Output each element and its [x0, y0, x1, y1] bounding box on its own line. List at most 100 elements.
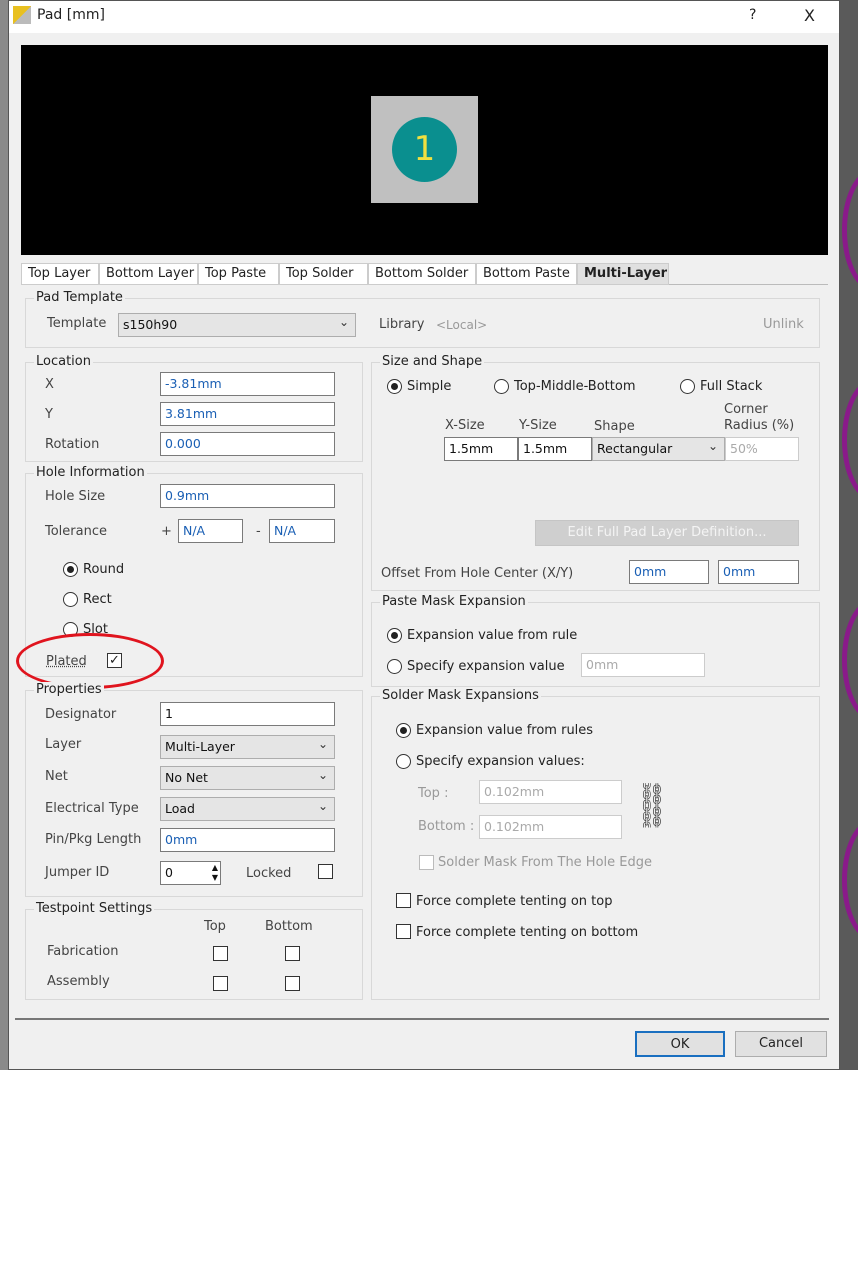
tab-bottom-layer[interactable]: Bottom Layer [99, 263, 198, 285]
x-input[interactable]: -3.81mm [160, 372, 335, 396]
top-middle-bottom-label: Top-Middle-Bottom [514, 379, 636, 394]
annotation-circle [16, 633, 164, 689]
hole-edge-checkbox[interactable] [419, 855, 434, 870]
unlink-button[interactable]: Unlink [763, 317, 804, 332]
shape-label: Shape [594, 419, 635, 434]
fabrication-top-checkbox[interactable] [213, 946, 228, 961]
hole-size-input[interactable]: 0.9mm [160, 484, 335, 508]
y-size-label: Y-Size [519, 418, 557, 433]
corner-radius-input[interactable]: 50% [725, 437, 799, 461]
group-title: Size and Shape [380, 354, 485, 369]
shape-select[interactable]: Rectangular ⌄ [592, 437, 725, 461]
assembly-label: Assembly [47, 974, 110, 989]
simple-radio[interactable] [387, 379, 402, 394]
top-column-label: Top [204, 919, 226, 934]
background-pcb [838, 0, 858, 1070]
hole-edge-label: Solder Mask From The Hole Edge [438, 855, 652, 870]
x-size-label: X-Size [445, 418, 485, 433]
full-stack-radio[interactable] [680, 379, 695, 394]
offset-y-input[interactable]: 0mm [718, 560, 799, 584]
tab-bottom-paste[interactable]: Bottom Paste [476, 263, 577, 285]
round-radio[interactable] [63, 562, 78, 577]
plus-label: + [161, 524, 172, 539]
y-size-input[interactable]: 1.5mm [518, 437, 592, 461]
solder-bottom-label: Bottom : [418, 819, 475, 834]
title-bar: Pad [mm] ? X [9, 1, 839, 33]
tent-top-label: Force complete tenting on top [416, 894, 613, 909]
spin-arrows-icon[interactable]: ▲ ▼ [212, 863, 218, 883]
template-select[interactable]: s150h90 ⌄ [118, 313, 356, 337]
solder-specify-radio[interactable] [396, 754, 411, 769]
testpoint-group: Testpoint Settings Top Bottom Fabricatio… [25, 901, 363, 1000]
tab-top-solder[interactable]: Top Solder [279, 263, 368, 285]
electrical-type-value: Load [165, 801, 195, 816]
group-title: Hole Information [34, 465, 147, 480]
edit-full-pad-layer-button[interactable]: Edit Full Pad Layer Definition... [535, 520, 799, 546]
tolerance-minus-input[interactable]: N/A [269, 519, 335, 543]
jumper-id-label: Jumper ID [45, 865, 110, 880]
solder-top-input[interactable]: 0.102mm [479, 780, 622, 804]
net-select[interactable]: No Net ⌄ [160, 766, 335, 790]
chevron-down-icon: ⌄ [317, 737, 328, 751]
y-input[interactable]: 3.81mm [160, 402, 335, 426]
chevron-down-icon: ⌄ [317, 768, 328, 782]
app-icon [13, 6, 31, 24]
rotation-input[interactable]: 0.000 [160, 432, 335, 456]
electrical-type-select[interactable]: Load ⌄ [160, 797, 335, 821]
net-label: Net [45, 769, 68, 784]
close-button[interactable]: X [804, 6, 815, 25]
jumper-id-stepper[interactable]: 0 ▲ ▼ [160, 861, 221, 885]
designator-label: Designator [45, 707, 117, 722]
library-label: Library [379, 317, 425, 332]
x-size-input[interactable]: 1.5mm [444, 437, 518, 461]
layer-value: Multi-Layer [165, 739, 235, 754]
locked-checkbox[interactable] [318, 864, 333, 879]
pin-length-input[interactable]: 0mm [160, 828, 335, 852]
tab-multi-layer[interactable]: Multi-Layer [577, 263, 669, 285]
full-stack-label: Full Stack [700, 379, 763, 394]
tent-top-checkbox[interactable] [396, 893, 411, 908]
paste-specify-label: Specify expansion value [407, 659, 565, 674]
tent-bottom-checkbox[interactable] [396, 924, 411, 939]
electrical-type-label: Electrical Type [45, 801, 139, 816]
paste-from-rule-radio[interactable] [387, 628, 402, 643]
designator-input[interactable]: 1 [160, 702, 335, 726]
group-title: Location [34, 354, 93, 369]
y-label: Y [45, 407, 53, 422]
group-title: Paste Mask Expansion [380, 594, 528, 609]
chevron-down-icon: ⌄ [317, 799, 328, 813]
offset-x-input[interactable]: 0mm [629, 560, 709, 584]
tab-bottom-solder[interactable]: Bottom Solder [368, 263, 476, 285]
solder-top-label: Top : [418, 786, 449, 801]
locked-label: Locked [246, 866, 292, 881]
x-label: X [45, 377, 54, 392]
top-middle-bottom-radio[interactable] [494, 379, 509, 394]
paste-from-rule-label: Expansion value from rule [407, 628, 578, 643]
rotation-label: Rotation [45, 437, 100, 452]
properties-group: Properties Designator 1 Layer Multi-Laye… [25, 682, 363, 897]
tolerance-label: Tolerance [45, 524, 107, 539]
ok-button[interactable]: OK [635, 1031, 725, 1057]
link-chain-icon[interactable]: ⛓ ⛓ [638, 785, 666, 829]
rect-radio[interactable] [63, 592, 78, 607]
corner-label: Corner [724, 402, 768, 417]
group-title: Pad Template [34, 290, 125, 305]
tolerance-plus-input[interactable]: N/A [178, 519, 243, 543]
layer-select[interactable]: Multi-Layer ⌄ [160, 735, 335, 759]
tab-top-layer[interactable]: Top Layer [21, 263, 99, 285]
library-value: <Local> [436, 318, 488, 332]
round-label: Round [83, 562, 125, 577]
simple-label: Simple [407, 379, 452, 394]
assembly-top-checkbox[interactable] [213, 976, 228, 991]
solder-from-rules-radio[interactable] [396, 723, 411, 738]
assembly-bottom-checkbox[interactable] [285, 976, 300, 991]
paste-value-input[interactable]: 0mm [581, 653, 705, 677]
cancel-button[interactable]: Cancel [735, 1031, 827, 1057]
fabrication-bottom-checkbox[interactable] [285, 946, 300, 961]
net-value: No Net [165, 770, 208, 785]
paste-specify-radio[interactable] [387, 659, 402, 674]
help-button[interactable]: ? [749, 7, 756, 23]
solder-bottom-input[interactable]: 0.102mm [479, 815, 622, 839]
tab-top-paste[interactable]: Top Paste [198, 263, 279, 285]
layer-tabs: Top Layer Bottom Layer Top Paste Top Sol… [21, 263, 828, 285]
